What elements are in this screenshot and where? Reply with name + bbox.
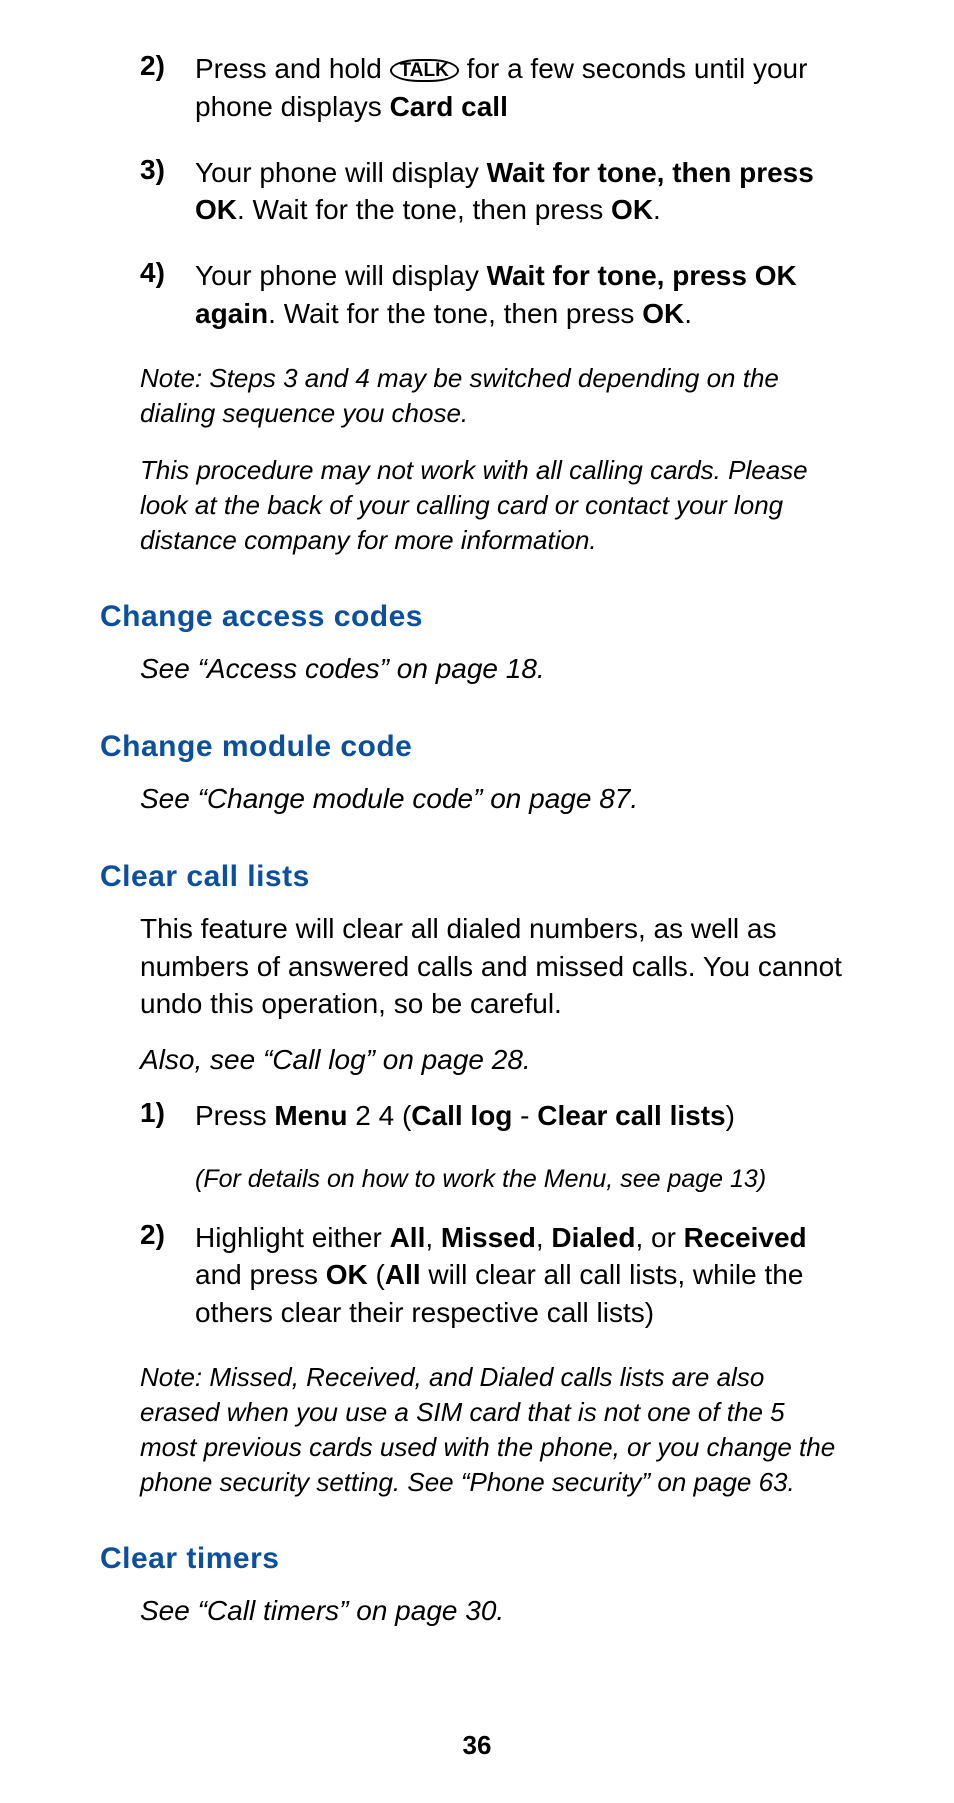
step-text: Your phone will display Wait for tone, t… bbox=[195, 154, 854, 230]
text-span: , bbox=[425, 1222, 441, 1253]
bold-text: OK bbox=[326, 1259, 368, 1290]
page-content: 2) Press and hold TALK for a few seconds… bbox=[100, 50, 854, 1630]
step-text: Press Menu 2 4 (Call log - Clear call li… bbox=[195, 1097, 735, 1135]
text-span: Highlight either bbox=[195, 1222, 390, 1253]
note-switched: Note: Steps 3 and 4 may be switched depe… bbox=[100, 361, 854, 431]
heading-change-module-code: Change module code bbox=[100, 730, 854, 764]
see-call-timers: See “Call timers” on page 30. bbox=[100, 1592, 854, 1630]
step-text: Highlight either All, Missed, Dialed, or… bbox=[195, 1219, 854, 1332]
step-number: 4) bbox=[140, 257, 195, 333]
clear-call-lists-intro: This feature will clear all dialed numbe… bbox=[100, 910, 854, 1023]
step-text: Press and hold TALK for a few seconds un… bbox=[195, 50, 854, 126]
step-3: 3) Your phone will display Wait for tone… bbox=[100, 154, 854, 230]
text-span: . Wait for the tone, then press bbox=[237, 194, 611, 225]
text-span: and press bbox=[195, 1259, 326, 1290]
step-number: 1) bbox=[140, 1097, 195, 1135]
page-number: 36 bbox=[0, 1730, 954, 1761]
text-span: . bbox=[653, 194, 661, 225]
bold-text: Missed bbox=[441, 1222, 536, 1253]
text-span: . bbox=[684, 298, 692, 329]
bold-text: OK bbox=[611, 194, 653, 225]
bold-text: Call log bbox=[411, 1100, 512, 1131]
text-span: Press and hold bbox=[195, 53, 390, 84]
menu-details-note: (For details on how to work the Menu, se… bbox=[100, 1163, 854, 1197]
text-span: . Wait for the tone, then press bbox=[268, 298, 642, 329]
step-4: 4) Your phone will display Wait for tone… bbox=[100, 257, 854, 333]
clear-step-1: 1) Press Menu 2 4 (Call log - Clear call… bbox=[100, 1097, 854, 1135]
text-span: ) bbox=[726, 1100, 735, 1131]
bold-text: Menu bbox=[274, 1100, 347, 1131]
step-number: 3) bbox=[140, 154, 195, 230]
step-number: 2) bbox=[140, 1219, 195, 1332]
bold-text: All bbox=[390, 1222, 426, 1253]
note-call-lists-erased: Note: Missed, Received, and Dialed calls… bbox=[100, 1360, 854, 1500]
text-span: Press bbox=[195, 1100, 274, 1131]
text-span: Your phone will display bbox=[195, 157, 487, 188]
text-span: , or bbox=[635, 1222, 683, 1253]
bold-text: Clear call lists bbox=[537, 1100, 725, 1131]
bold-text: OK bbox=[642, 298, 684, 329]
see-change-module-code: See “Change module code” on page 87. bbox=[100, 780, 854, 818]
heading-clear-timers: Clear timers bbox=[100, 1542, 854, 1576]
text-span: , bbox=[536, 1222, 552, 1253]
heading-change-access-codes: Change access codes bbox=[100, 600, 854, 634]
step-text: Your phone will display Wait for tone, p… bbox=[195, 257, 854, 333]
step-2: 2) Press and hold TALK for a few seconds… bbox=[100, 50, 854, 126]
note-calling-cards: This procedure may not work with all cal… bbox=[100, 453, 854, 558]
see-access-codes: See “Access codes” on page 18. bbox=[100, 650, 854, 688]
text-span: Your phone will display bbox=[195, 260, 487, 291]
text-span: ( bbox=[368, 1259, 385, 1290]
clear-step-2: 2) Highlight either All, Missed, Dialed,… bbox=[100, 1219, 854, 1332]
bold-text: Card call bbox=[390, 91, 508, 122]
bold-text: All bbox=[385, 1259, 421, 1290]
bold-text: Received bbox=[684, 1222, 807, 1253]
step-number: 2) bbox=[140, 50, 195, 126]
text-span: 2 4 ( bbox=[347, 1100, 411, 1131]
talk-button-icon: TALK bbox=[390, 59, 459, 82]
text-span: - bbox=[512, 1100, 537, 1131]
bold-text: Dialed bbox=[551, 1222, 635, 1253]
heading-clear-call-lists: Clear call lists bbox=[100, 860, 854, 894]
also-see-call-log: Also, see “Call log” on page 28. bbox=[100, 1041, 854, 1079]
